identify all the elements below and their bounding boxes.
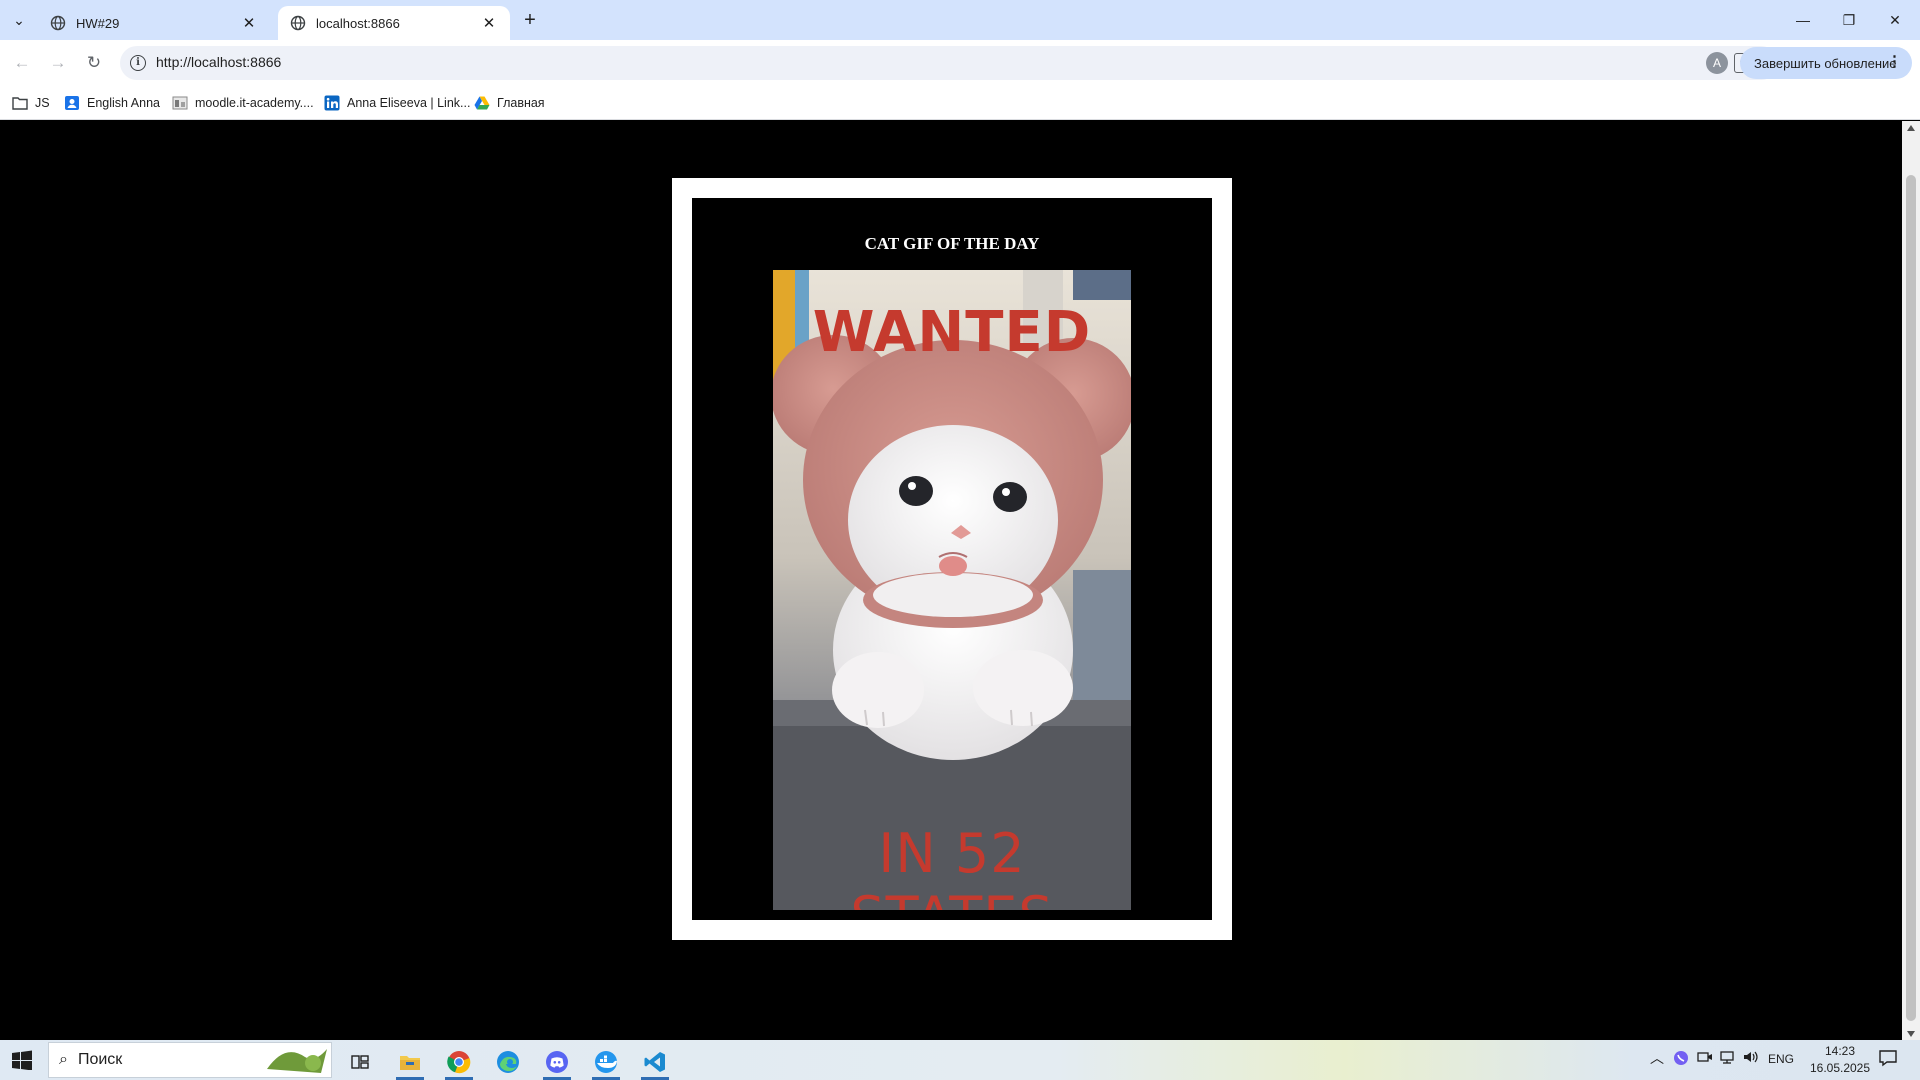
camera-icon[interactable]	[1697, 1050, 1713, 1067]
address-bar[interactable]: i http://localhost:8866 G ☆	[120, 46, 1786, 80]
page-scrollbar[interactable]	[1902, 121, 1920, 1041]
docker-icon[interactable]	[586, 1044, 626, 1080]
finish-update-label: Завершить обновление	[1754, 55, 1897, 71]
profile-avatar[interactable]: A	[1706, 52, 1728, 74]
minimize-icon[interactable]: —	[1780, 6, 1826, 34]
user-card-icon	[64, 95, 80, 111]
drive-icon	[474, 95, 490, 111]
clock-time: 14:23	[1824, 1044, 1856, 1058]
cat-gif: WANTED IN 52 STATES	[773, 270, 1131, 910]
scroll-up-arrow-icon[interactable]	[1907, 125, 1915, 131]
language-indicator[interactable]: ENG	[1768, 1052, 1794, 1066]
site-info-icon[interactable]: i	[130, 55, 146, 71]
tab-search-chevron-icon[interactable]: ⌄	[6, 8, 32, 32]
network-icon[interactable]	[1719, 1050, 1737, 1067]
scroll-down-arrow-icon[interactable]	[1907, 1031, 1915, 1037]
file-explorer-icon[interactable]	[390, 1044, 430, 1080]
edge-icon[interactable]	[488, 1044, 528, 1080]
page-viewport: CAT GIF OF THE DAY WANTED IN 52	[0, 121, 1902, 1041]
tab-title: HW#29	[76, 15, 120, 31]
volume-icon[interactable]	[1743, 1050, 1759, 1067]
windows-start-icon[interactable]	[8, 1050, 36, 1070]
reload-icon[interactable]: ↻	[80, 49, 108, 77]
bookmark-moodle[interactable]: moodle.it-academy....	[172, 92, 314, 114]
linkedin-icon	[324, 95, 340, 111]
scroll-thumb[interactable]	[1906, 175, 1916, 1021]
tab-title: localhost:8866	[316, 15, 400, 31]
bookmark-label: JS	[35, 96, 50, 110]
taskbar-clock[interactable]: 14:23 16.05.2025	[1804, 1043, 1876, 1077]
bookmark-label: English Anna	[87, 96, 160, 110]
bookmark-english-anna[interactable]: English Anna	[64, 92, 160, 114]
folder-icon	[12, 95, 28, 111]
bookmark-label: Главная	[497, 96, 545, 110]
forward-arrow-icon[interactable]: →	[44, 49, 72, 77]
bookmarks-bar: JS English Anna moodle.it-academy.... An…	[0, 86, 1920, 120]
gif-card: CAT GIF OF THE DAY WANTED IN 52	[692, 198, 1212, 920]
close-tab-icon[interactable]: ✕	[480, 14, 498, 32]
search-icon: ⌕	[59, 1051, 68, 1068]
tab-hw29[interactable]: HW#29 ✕	[38, 6, 270, 40]
finish-update-button[interactable]: Завершить обновление ⋮	[1740, 47, 1912, 79]
bookmark-glavnaya[interactable]: Главная	[474, 92, 545, 114]
bookmark-label: Anna Eliseeva | Link...	[347, 96, 471, 110]
show-hidden-icons-icon[interactable]: ︿	[1650, 1048, 1664, 1068]
globe-icon	[50, 15, 66, 31]
tab-localhost[interactable]: localhost:8866 ✕	[278, 6, 510, 40]
bookmark-linkedin[interactable]: Anna Eliseeva | Link...	[324, 92, 470, 114]
url-text[interactable]: http://localhost:8866	[156, 54, 281, 70]
chrome-icon[interactable]	[439, 1044, 479, 1080]
bookmark-js[interactable]: JS	[12, 92, 50, 114]
page-title: CAT GIF OF THE DAY	[864, 234, 1040, 253]
viber-icon[interactable]	[1673, 1050, 1689, 1069]
restore-icon[interactable]: ❐	[1826, 6, 1872, 34]
gif-card-frame: CAT GIF OF THE DAY WANTED IN 52	[672, 178, 1232, 940]
tab-strip: ⌄ HW#29 ✕ localhost:8866 ✕ + — ❐ ✕	[0, 0, 1920, 40]
close-tab-icon[interactable]: ✕	[240, 14, 258, 32]
notifications-icon[interactable]	[1878, 1049, 1898, 1070]
task-view-icon[interactable]	[340, 1044, 380, 1080]
windows-taskbar: ⌕ Поиск ︿ ENG 14:23 16.05.2025	[0, 1040, 1920, 1080]
kebab-menu-icon[interactable]: ⋮	[1887, 54, 1902, 70]
cat-gif-image	[773, 270, 1131, 910]
search-highlight-icon	[267, 1049, 327, 1073]
vscode-icon[interactable]	[635, 1044, 675, 1080]
search-placeholder: Поиск	[77, 1051, 123, 1068]
clock-date: 16.05.2025	[1809, 1061, 1871, 1075]
globe-icon	[290, 15, 306, 31]
bookmark-label: moodle.it-academy....	[195, 96, 314, 110]
new-tab-button[interactable]: +	[518, 9, 542, 33]
discord-icon[interactable]	[537, 1044, 577, 1080]
moodle-icon	[172, 95, 188, 111]
taskbar-search-box[interactable]: ⌕ Поиск	[48, 1042, 332, 1078]
gif-caption-bottom: IN 52 STATES	[850, 822, 1052, 910]
gif-caption-top: WANTED	[812, 300, 1092, 365]
close-window-icon[interactable]: ✕	[1872, 6, 1918, 34]
back-arrow-icon[interactable]: ←	[8, 49, 36, 77]
browser-toolbar: ← → ↻ i http://localhost:8866 G ☆ A Заве…	[0, 40, 1920, 86]
